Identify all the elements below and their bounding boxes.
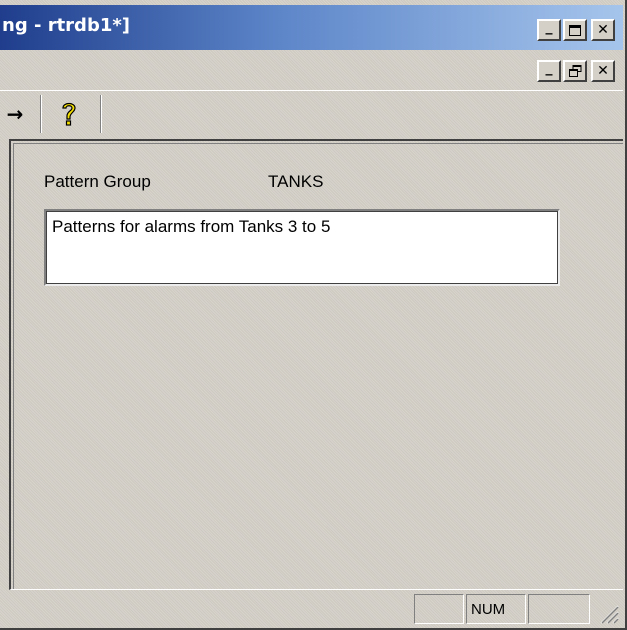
toolbar: →	[0, 90, 623, 138]
child-minimize-button[interactable]: _	[537, 60, 561, 82]
title-bar[interactable]: ng - rtrdb1*] _ ✕	[0, 5, 623, 50]
pattern-group-value: TANKS	[268, 172, 324, 191]
status-pane	[528, 594, 590, 624]
toolbar-separator	[40, 95, 42, 133]
restore-icon	[568, 65, 581, 77]
arrow-right-icon: →	[6, 102, 24, 126]
toolbar-separator	[100, 95, 102, 133]
pattern-group-label: Pattern Group	[44, 172, 151, 191]
status-bar: NUM	[0, 590, 623, 628]
description-textbox[interactable]: Patterns for alarms from Tanks 3 to 5	[44, 209, 560, 286]
window-title: ng - rtrdb1*]	[2, 15, 130, 36]
maximize-icon	[569, 24, 581, 36]
child-restore-button[interactable]	[563, 60, 587, 82]
num-indicator-text: NUM	[471, 600, 506, 618]
app-window: ng - rtrdb1*] _ ✕ _ ✕ → Pattern Group TA…	[0, 0, 627, 630]
maximize-button[interactable]	[563, 19, 587, 41]
menu-bar: _ ✕	[0, 50, 623, 90]
minimize-icon: _	[545, 60, 553, 76]
forward-arrow-button[interactable]: →	[0, 97, 30, 131]
child-close-button[interactable]: ✕	[591, 60, 615, 82]
minimize-button[interactable]: _	[537, 19, 561, 41]
status-pane	[414, 594, 464, 624]
close-icon: ✕	[597, 22, 609, 38]
num-lock-indicator: NUM	[466, 594, 526, 624]
pattern-group-panel: Pattern Group TANKS Patterns for alarms …	[9, 139, 623, 590]
minimize-icon: _	[545, 19, 553, 35]
close-button[interactable]: ✕	[591, 19, 615, 41]
resize-grip-icon[interactable]	[597, 602, 619, 624]
help-icon	[62, 102, 76, 126]
close-icon: ✕	[597, 63, 609, 79]
help-button[interactable]	[52, 97, 86, 131]
